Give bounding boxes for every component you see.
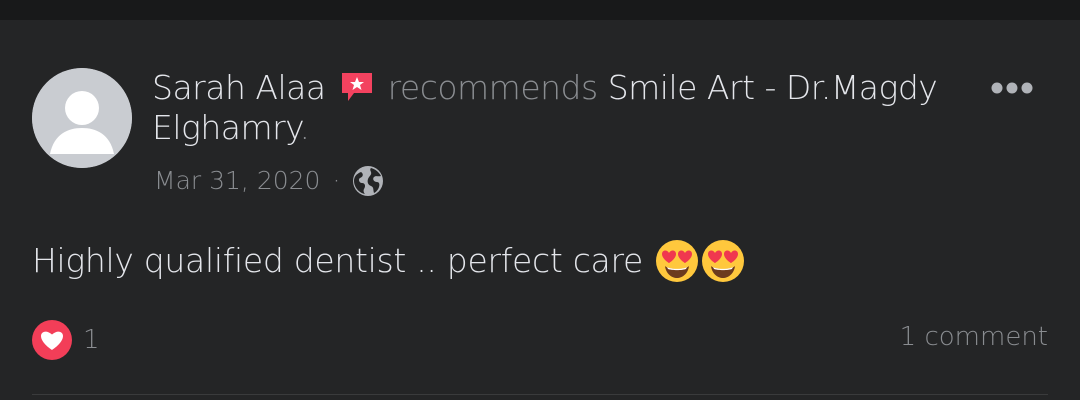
post-meta: Mar 31, 2020 · [154,164,384,198]
post-header: Sarah Alaa recommends Smile Art - Dr.Mag… [152,68,952,148]
author-name[interactable]: Sarah Alaa [152,68,326,107]
action-text: recommends [387,68,599,107]
more-options-icon[interactable] [988,78,1036,98]
meta-separator: · [332,166,341,195]
post-date[interactable]: Mar 31, 2020 [154,164,320,198]
divider [32,394,1048,395]
top-bar [0,0,1080,20]
reaction-count: 1 [83,325,100,355]
default-profile-icon [32,68,132,168]
post-card: Sarah Alaa recommends Smile Art - Dr.Mag… [0,20,1080,400]
post-text: Highly qualified dentist .. perfect care [32,241,644,280]
heart-eyes-emoji [655,239,699,283]
recommendation-badge-icon [340,71,374,103]
love-reaction-icon [31,319,73,361]
comments-link[interactable]: 1 comment [900,322,1048,352]
post-body: Highly qualified dentist .. perfect care [32,238,745,284]
globe-icon [352,165,384,197]
avatar[interactable] [32,68,132,168]
reactions-summary[interactable]: 1 [31,319,100,361]
period: . [299,108,311,147]
heart-eyes-emoji [701,239,745,283]
